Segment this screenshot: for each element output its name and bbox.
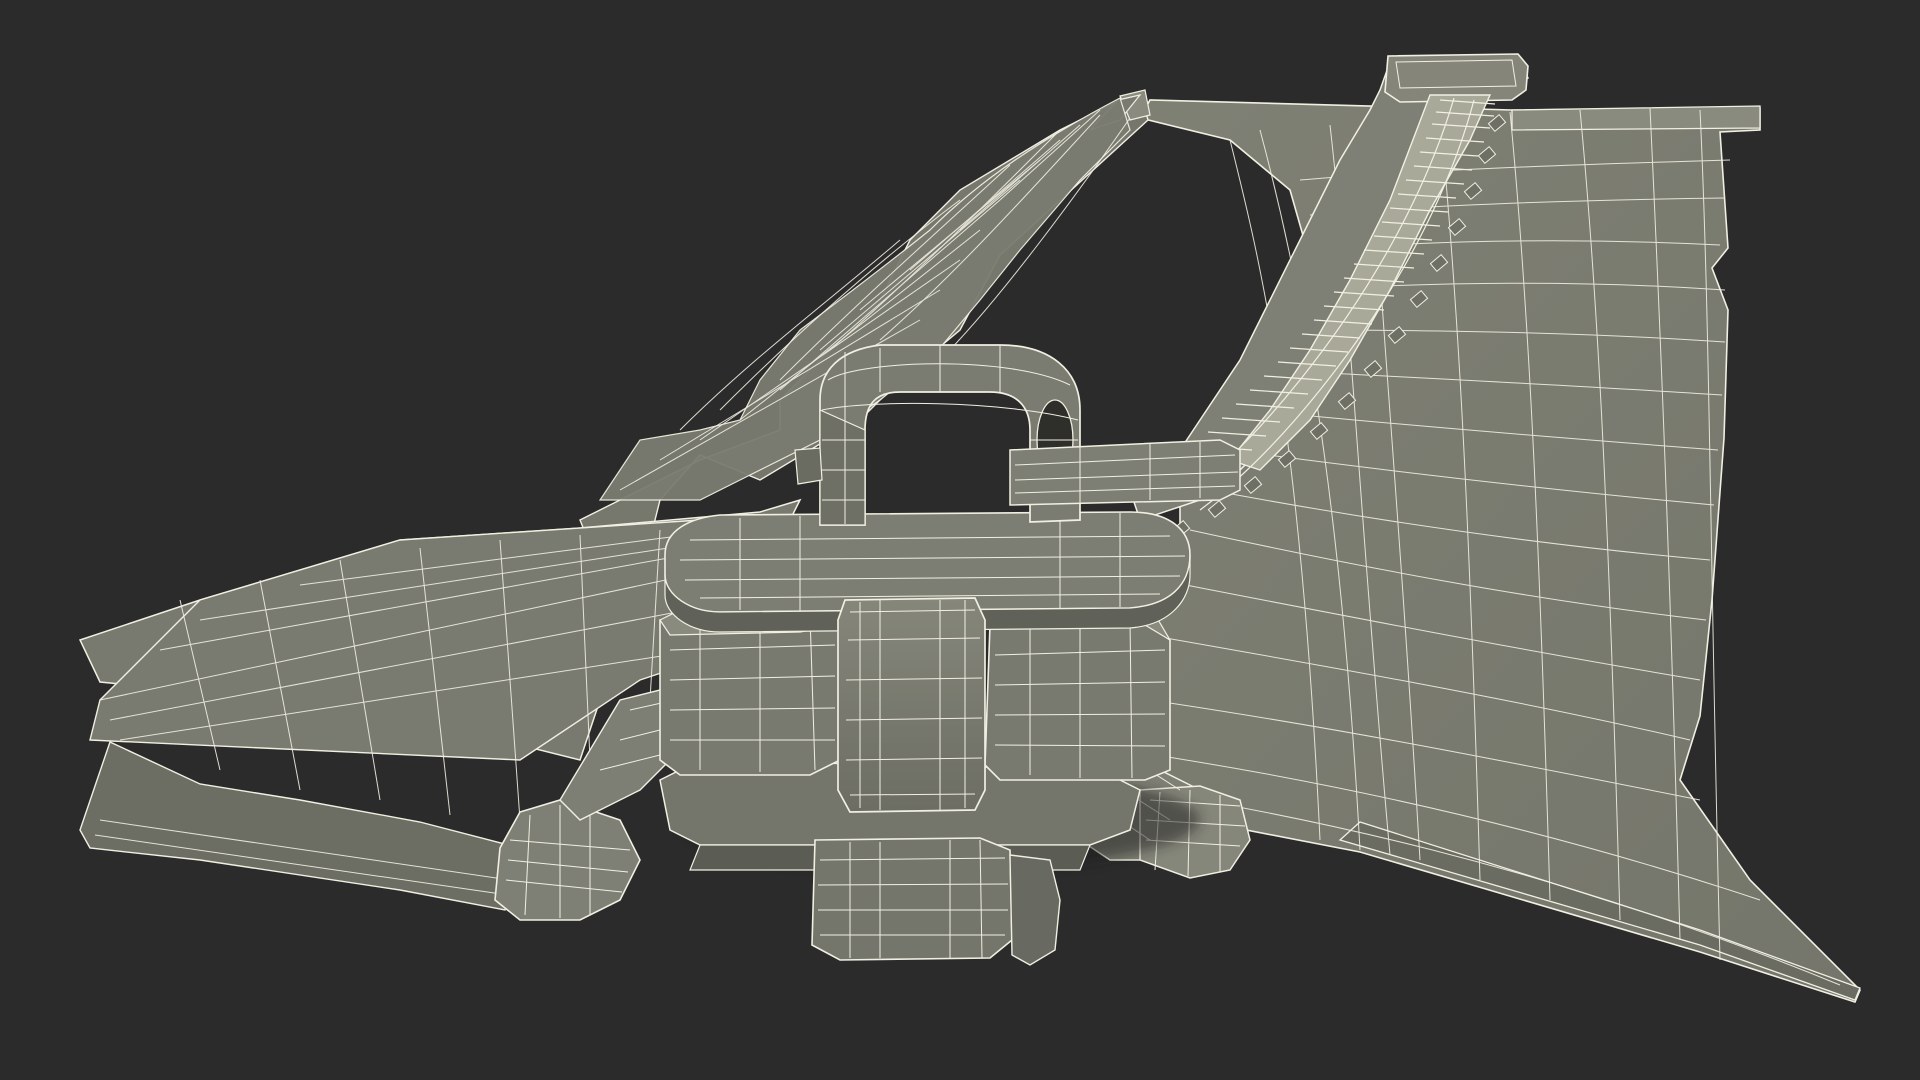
render-viewport xyxy=(0,0,1920,1080)
left-tape-end-block xyxy=(494,799,641,921)
slider-upper-plate xyxy=(664,511,1191,613)
left-lower-tape-edge xyxy=(79,741,521,911)
pull-tab-right-ring xyxy=(1009,854,1061,966)
slider-right-wing xyxy=(984,617,1171,781)
slider-pin xyxy=(1009,439,1241,506)
slider-side-knob xyxy=(794,447,823,485)
zipper-render xyxy=(78,53,1861,1003)
right-tape-top-edge xyxy=(1511,105,1761,131)
pull-ring-front-face xyxy=(819,409,866,526)
